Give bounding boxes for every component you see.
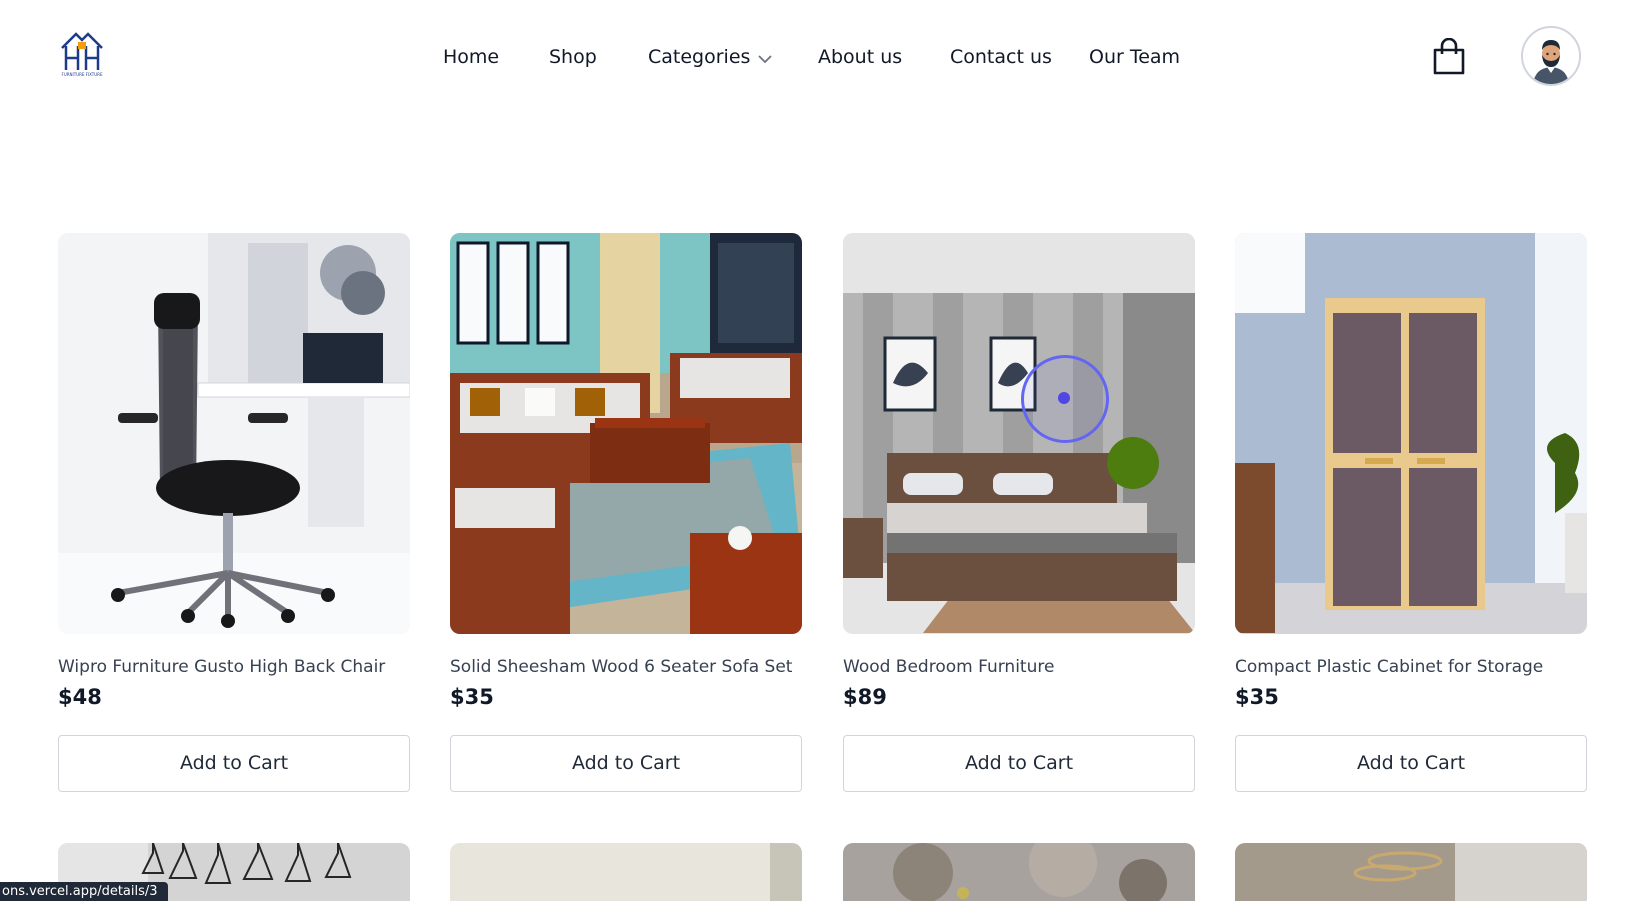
site-logo[interactable]: FURNITURE FIXTURE <box>58 30 106 80</box>
nav-team[interactable]: Our Team <box>1089 44 1180 70</box>
add-to-cart-button[interactable]: Add to Cart <box>1235 735 1587 792</box>
product-image-bedroom[interactable] <box>843 233 1195 634</box>
product-name[interactable]: Solid Sheesham Wood 6 Seater Sofa Set <box>450 657 792 677</box>
nav-categories-label: Categories <box>648 46 751 68</box>
add-to-cart-button[interactable]: Add to Cart <box>450 735 802 792</box>
product-price: $35 <box>450 685 494 709</box>
product-name[interactable]: Wipro Furniture Gusto High Back Chair <box>58 657 385 677</box>
nav-shop[interactable]: Shop <box>549 44 597 70</box>
nav-contact[interactable]: Contact us <box>950 44 1052 70</box>
product-image-sofa[interactable] <box>450 233 802 634</box>
product-name[interactable]: Compact Plastic Cabinet for Storage <box>1235 657 1543 677</box>
product-image-cabinet[interactable] <box>1235 233 1587 634</box>
nav-about[interactable]: About us <box>818 44 902 70</box>
product-price: $48 <box>58 685 102 709</box>
product-price: $89 <box>843 685 887 709</box>
link-status-bar: ons.vercel.app/details/3 <box>0 882 168 901</box>
logo-text: FURNITURE FIXTURE <box>61 72 103 77</box>
nav-categories[interactable]: Categories <box>648 44 773 71</box>
avatar[interactable] <box>1521 26 1581 86</box>
product-image-room[interactable] <box>450 843 802 901</box>
product-image-chair[interactable] <box>58 233 410 634</box>
shopping-bag-icon[interactable] <box>1431 37 1467 76</box>
cursor-dot <box>1058 392 1070 404</box>
nav-home[interactable]: Home <box>443 44 499 70</box>
user-avatar-icon <box>1523 28 1579 84</box>
house-logo-icon <box>61 32 103 70</box>
product-name[interactable]: Wood Bedroom Furniture <box>843 657 1054 677</box>
add-to-cart-button[interactable]: Add to Cart <box>58 735 410 792</box>
add-to-cart-button[interactable]: Add to Cart <box>843 735 1195 792</box>
chevron-down-icon <box>758 45 773 71</box>
product-image-outdoor[interactable] <box>843 843 1195 901</box>
site-header: FURNITURE FIXTURE Home Shop Categories A… <box>0 0 1643 112</box>
product-price: $35 <box>1235 685 1279 709</box>
product-image-chandelier[interactable] <box>1235 843 1587 901</box>
